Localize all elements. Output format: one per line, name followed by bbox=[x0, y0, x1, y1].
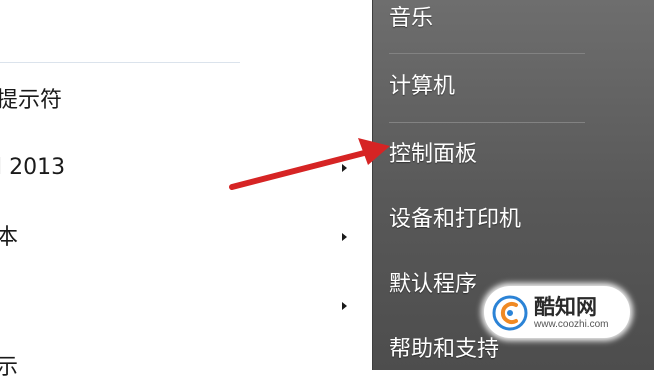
menu-item-label: l 2013 bbox=[0, 155, 66, 180]
watermark-url: www.coozhi.com bbox=[534, 319, 609, 330]
menu-item-command-prompt[interactable]: 提示符 bbox=[0, 85, 62, 117]
coozhi-logo-icon bbox=[492, 295, 528, 331]
menu-item-partial[interactable]: 示 bbox=[0, 352, 18, 384]
menu-separator bbox=[389, 53, 585, 54]
coozhi-watermark: 酷知网 www.coozhi.com bbox=[484, 286, 630, 338]
menu-item-devices-and-printers[interactable]: 设备和打印机 bbox=[389, 203, 521, 237]
menu-item-office-2013[interactable]: l 2013 bbox=[0, 152, 65, 184]
menu-item-label: 帮助和支持 bbox=[389, 337, 500, 362]
submenu-arrow-icon bbox=[342, 302, 347, 310]
menu-separator bbox=[389, 122, 585, 123]
menu-item-label: 控制面板 bbox=[389, 142, 478, 167]
menu-separator bbox=[0, 62, 240, 63]
menu-item-text[interactable]: 本 bbox=[0, 222, 18, 254]
menu-item-control-panel[interactable]: 控制面板 bbox=[389, 138, 477, 172]
menu-item-label: 计算机 bbox=[389, 74, 456, 99]
submenu-arrow-icon bbox=[342, 233, 347, 241]
menu-item-label: 默认程序 bbox=[389, 272, 478, 297]
menu-item-music[interactable]: 音乐 bbox=[389, 2, 433, 36]
menu-item-label: 示 bbox=[0, 355, 19, 380]
menu-item-computer[interactable]: 计算机 bbox=[389, 70, 455, 104]
menu-item-help-and-support[interactable]: 帮助和支持 bbox=[389, 333, 499, 367]
watermark-site-name: 酷知网 bbox=[534, 295, 597, 319]
menu-item-label: 音乐 bbox=[389, 6, 434, 31]
red-pointer-arrow-icon bbox=[229, 138, 390, 190]
menu-item-default-programs[interactable]: 默认程序 bbox=[389, 268, 477, 302]
menu-item-label: 本 bbox=[0, 225, 19, 250]
menu-item-label: 设备和打印机 bbox=[389, 207, 522, 232]
menu-item-label: 提示符 bbox=[0, 88, 63, 113]
